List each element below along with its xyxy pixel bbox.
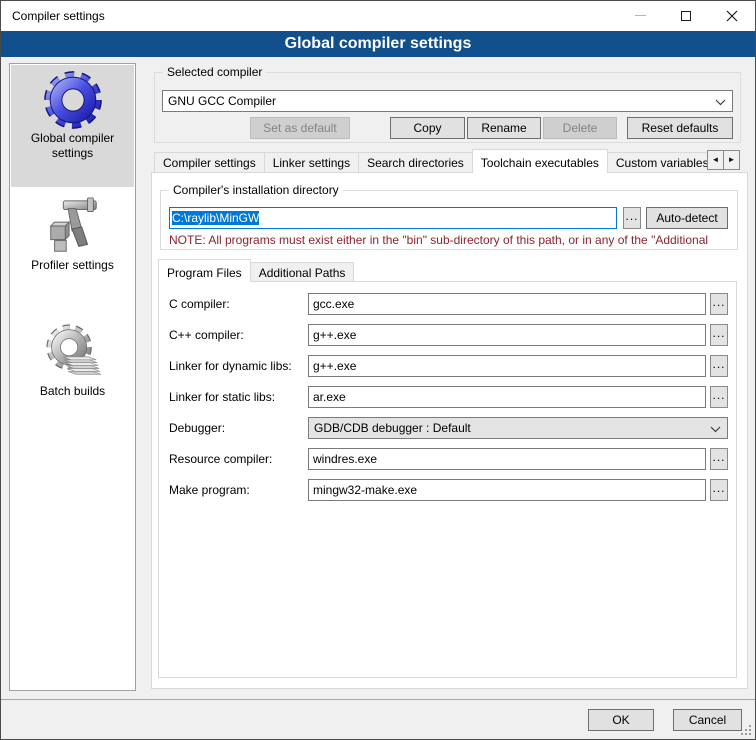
selected-path-text: C:\raylib\MinGW [172, 211, 259, 225]
make-program-label: Make program: [169, 479, 250, 501]
maximize-button[interactable] [663, 1, 709, 30]
c-compiler-label: C compiler: [169, 293, 230, 315]
copy-button[interactable]: Copy [390, 117, 465, 139]
debugger-select-value: GDB/CDB debugger : Default [314, 421, 471, 435]
dynamic-linker-row: Linker for dynamic libs: ... [159, 355, 736, 377]
sidebar-item-label: Batch builds [18, 384, 128, 399]
resize-grip[interactable] [740, 724, 752, 736]
selected-compiler-legend: Selected compiler [163, 65, 266, 79]
close-button[interactable] [709, 1, 755, 30]
tab-program-files[interactable]: Program Files [158, 259, 251, 282]
static-linker-label: Linker for static libs: [169, 386, 275, 408]
debugger-select[interactable]: GDB/CDB debugger : Default [308, 417, 728, 439]
tab-toolchain-executables[interactable]: Toolchain executables [472, 149, 608, 173]
program-files-page: C compiler: ... C++ compiler: ... Linker… [158, 281, 737, 678]
make-program-browse-button[interactable]: ... [710, 479, 728, 501]
minimize-button[interactable] [617, 1, 663, 30]
reset-defaults-button[interactable]: Reset defaults [627, 117, 733, 139]
toolchain-executables-page: Compiler's installation directory C:\ray… [151, 172, 748, 689]
ok-button[interactable]: OK [588, 709, 654, 731]
cpp-compiler-input[interactable] [308, 324, 706, 346]
tab-compiler-settings[interactable]: Compiler settings [154, 152, 265, 173]
settings-category-list: Global compiler settings Profiler settin… [9, 63, 136, 691]
sidebar-item-label: Global compiler settings [18, 131, 128, 161]
window-title: Compiler settings [12, 9, 105, 23]
sidebar-item-profiler-settings[interactable]: Profiler settings [11, 194, 134, 302]
bin-subdirectory-note: NOTE: All programs must exist either in … [169, 233, 735, 247]
debugger-label: Debugger: [169, 417, 225, 439]
resource-compiler-row: Resource compiler: ... [159, 448, 736, 470]
settings-tab-bar: Compiler settings Linker settings Search… [154, 149, 707, 173]
chevron-down-icon [710, 426, 721, 433]
static-linker-browse-button[interactable]: ... [710, 386, 728, 408]
dynamic-linker-label: Linker for dynamic libs: [169, 355, 292, 377]
tab-custom-variables[interactable]: Custom variables [607, 152, 707, 173]
resource-compiler-browse-button[interactable]: ... [710, 448, 728, 470]
tab-scroll-left-button[interactable]: ◄ [707, 150, 724, 170]
compiler-select[interactable]: GNU GCC Compiler [162, 90, 733, 112]
compiler-settings-dialog: Compiler settings Global compiler settin… [0, 0, 756, 740]
tab-additional-paths[interactable]: Additional Paths [250, 262, 355, 282]
sidebar-item-global-compiler-settings[interactable]: Global compiler settings [11, 65, 134, 187]
make-program-row: Make program: ... [159, 479, 736, 501]
gray-gear-stack-icon [42, 322, 104, 384]
page-title: Global compiler settings [1, 31, 755, 57]
make-program-input[interactable] [308, 479, 706, 501]
chevron-down-icon [715, 99, 726, 106]
cpp-compiler-row: C++ compiler: ... [159, 324, 736, 346]
close-icon [726, 10, 738, 22]
sidebar-item-batch-builds[interactable]: Batch builds [11, 320, 134, 420]
maximize-icon [681, 11, 691, 21]
minimize-icon [635, 15, 646, 16]
caliper-icon [42, 196, 104, 258]
compiler-select-value: GNU GCC Compiler [168, 94, 276, 108]
tab-scroll-arrows: ◄ ► [707, 150, 739, 170]
installation-directory-group: Compiler's installation directory C:\ray… [160, 190, 738, 250]
resource-compiler-input[interactable] [308, 448, 706, 470]
tab-scroll-right-button[interactable]: ► [723, 150, 740, 170]
directory-browse-button[interactable]: ... [623, 207, 641, 229]
sidebar-item-label: Profiler settings [18, 258, 128, 273]
program-files-tab-bar: Program Files Additional Paths [158, 259, 718, 282]
resource-compiler-label: Resource compiler: [169, 448, 272, 470]
installation-directory-legend: Compiler's installation directory [169, 183, 343, 197]
c-compiler-browse-button[interactable]: ... [710, 293, 728, 315]
tab-linker-settings[interactable]: Linker settings [264, 152, 359, 173]
debugger-row: Debugger: GDB/CDB debugger : Default [159, 417, 736, 439]
dynamic-linker-input[interactable] [308, 355, 706, 377]
tab-search-directories[interactable]: Search directories [358, 152, 473, 173]
static-linker-input[interactable] [308, 386, 706, 408]
auto-detect-button[interactable]: Auto-detect [646, 207, 728, 229]
cpp-compiler-browse-button[interactable]: ... [710, 324, 728, 346]
rename-button[interactable]: Rename [467, 117, 541, 139]
cpp-compiler-label: C++ compiler: [169, 324, 244, 346]
set-as-default-button: Set as default [250, 117, 350, 139]
static-linker-row: Linker for static libs: ... [159, 386, 736, 408]
cancel-button[interactable]: Cancel [673, 709, 742, 731]
blue-gear-icon [42, 69, 104, 131]
dynamic-linker-browse-button[interactable]: ... [710, 355, 728, 377]
footer-divider [1, 699, 755, 700]
installation-directory-input[interactable]: C:\raylib\MinGW [169, 207, 617, 229]
delete-button: Delete [543, 117, 617, 139]
c-compiler-input[interactable] [308, 293, 706, 315]
selected-compiler-group: Selected compiler GNU GCC Compiler Set a… [154, 72, 741, 143]
c-compiler-row: C compiler: ... [159, 293, 736, 315]
